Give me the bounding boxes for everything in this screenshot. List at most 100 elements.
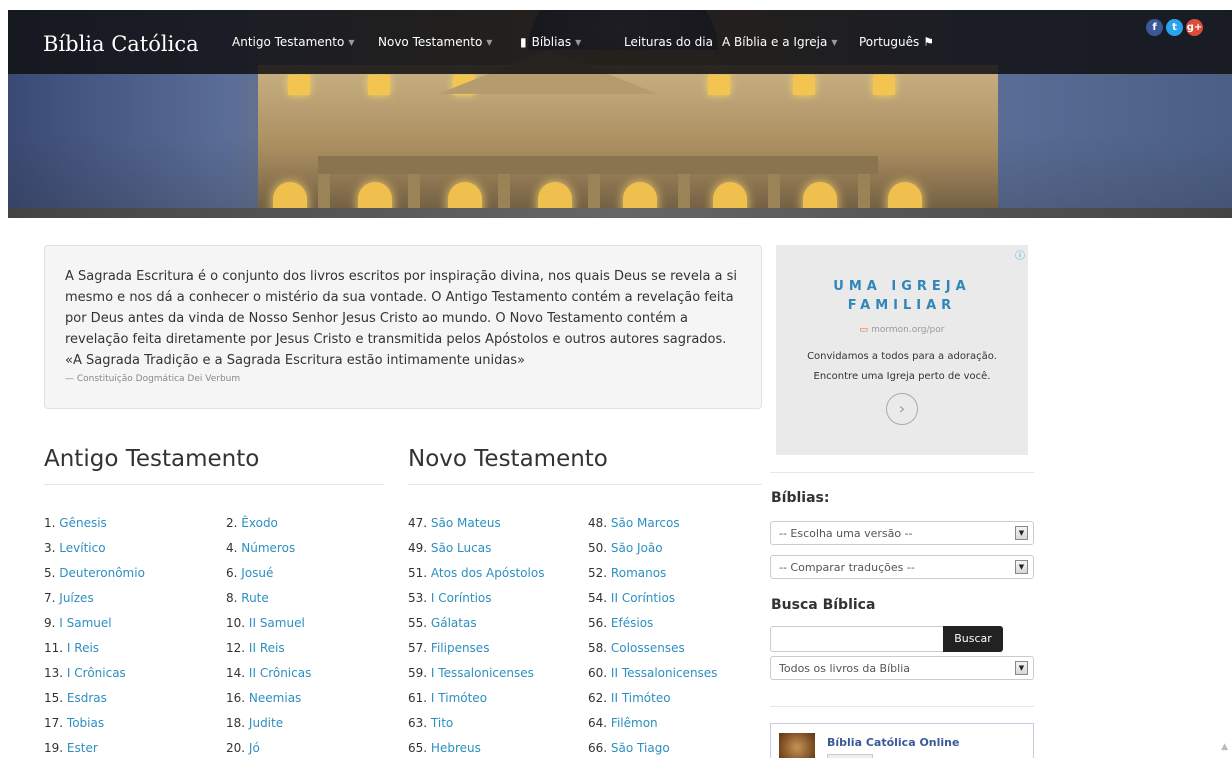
book-link[interactable]: Juízes (59, 591, 93, 605)
old-testament-heading: Antigo Testamento (44, 446, 260, 472)
book-number: 1. (44, 516, 56, 530)
book-link[interactable]: Esdras (67, 691, 107, 705)
intro-source: — Constituição Dogmática Dei Verbum (65, 374, 241, 384)
search-input[interactable] (770, 626, 944, 652)
divider (770, 706, 1034, 707)
dropdown-arrow-icon: ▼ (1015, 661, 1028, 675)
site-brand[interactable]: Bíblia Católica (43, 32, 199, 56)
like-button[interactable] (827, 754, 873, 758)
book-number: 9. (44, 616, 56, 630)
book-link[interactable]: Josué (241, 566, 273, 580)
book-item: 59. I Tessalonicenses (408, 666, 534, 680)
ad-banner[interactable]: ⓘ UMA IGREJA FAMILIAR ▭ mormon.org/por Co… (776, 245, 1028, 455)
book-link[interactable]: Tito (431, 716, 453, 730)
book-link[interactable]: I Tessalonicenses (431, 666, 534, 680)
compare-select[interactable]: -- Comparar traduções -- ▼ (770, 555, 1034, 579)
book-link[interactable]: II Crônicas (249, 666, 311, 680)
book-number: 51. (408, 566, 428, 580)
scope-select[interactable]: Todos os livros da Bíblia ▼ (770, 656, 1034, 680)
book-link[interactable]: São Marcos (611, 516, 680, 530)
book-link[interactable]: Neemias (249, 691, 301, 705)
nav-antigo-testamento[interactable]: Antigo Testamento ▼ (232, 35, 355, 49)
google-plus-icon[interactable]: g+ (1186, 19, 1203, 36)
book-item: 1. Gênesis (44, 516, 107, 530)
book-link[interactable]: Êxodo (241, 516, 278, 530)
book-link[interactable]: Filipenses (431, 641, 490, 655)
nav-biblia-e-igreja[interactable]: A Bíblia e a Igreja ▼ (722, 35, 837, 49)
twitter-icon[interactable]: t (1166, 19, 1183, 36)
book-link[interactable]: Atos dos Apóstolos (431, 566, 545, 580)
book-number: 65. (408, 741, 428, 755)
book-item: 3. Levítico (44, 541, 106, 555)
book-number: 64. (588, 716, 608, 730)
book-item: 2. Êxodo (226, 516, 278, 530)
book-number: 2. (226, 516, 238, 530)
dropdown-arrow-icon: ▼ (1015, 526, 1028, 540)
book-item: 57. Filipenses (408, 641, 489, 655)
book-link[interactable]: II Reis (249, 641, 285, 655)
book-link[interactable]: Judite (249, 716, 283, 730)
book-number: 48. (588, 516, 608, 530)
book-link[interactable]: I Crônicas (67, 666, 126, 680)
book-link[interactable]: II Tessalonicenses (611, 666, 718, 680)
book-number: 4. (226, 541, 238, 555)
book-link[interactable]: II Timóteo (611, 691, 671, 705)
book-number: 14. (226, 666, 246, 680)
nav-biblias[interactable]: ▮ Bíblias ▼ (520, 35, 581, 49)
nav-leituras-do-dia[interactable]: Leituras do dia (624, 35, 713, 49)
book-item: 12. II Reis (226, 641, 285, 655)
book-item: 63. Tito (408, 716, 453, 730)
version-select[interactable]: -- Escolha uma versão -- ▼ (770, 521, 1034, 545)
book-link[interactable]: Tobias (67, 716, 104, 730)
book-item: 7. Juízes (44, 591, 94, 605)
book-link[interactable]: Gênesis (59, 516, 107, 530)
book-link[interactable]: I Timóteo (431, 691, 487, 705)
intro-quote: A Sagrada Escritura é o conjunto dos liv… (44, 245, 762, 409)
nav-language[interactable]: Português ⚑ (859, 35, 934, 49)
book-link[interactable]: Efésios (611, 616, 653, 630)
book-link[interactable]: II Samuel (249, 616, 305, 630)
book-link[interactable]: Colossenses (611, 641, 685, 655)
book-number: 5. (44, 566, 56, 580)
search-label: Busca Bíblica (771, 597, 876, 613)
book-link[interactable]: Romanos (611, 566, 666, 580)
book-link[interactable]: Levítico (59, 541, 105, 555)
book-link[interactable]: São Lucas (431, 541, 491, 555)
book-item: 8. Rute (226, 591, 269, 605)
scroll-up-icon[interactable]: ▲ (1221, 742, 1228, 752)
book-link[interactable]: Hebreus (431, 741, 481, 755)
divider (408, 484, 762, 485)
caret-down-icon: ▼ (575, 38, 582, 47)
book-item: 20. Jó (226, 741, 260, 755)
book-link[interactable]: I Reis (67, 641, 99, 655)
book-link[interactable]: Ester (67, 741, 98, 755)
book-link[interactable]: Rute (241, 591, 269, 605)
book-item: 6. Josué (226, 566, 273, 580)
book-link[interactable]: Deuteronômio (59, 566, 145, 580)
book-link[interactable]: II Coríntios (611, 591, 675, 605)
book-link[interactable]: São Mateus (431, 516, 501, 530)
chevron-right-icon[interactable]: › (886, 393, 918, 425)
book-link[interactable]: Gálatas (431, 616, 477, 630)
book-link[interactable]: I Samuel (59, 616, 111, 630)
nav-novo-testamento[interactable]: Novo Testamento ▼ (378, 35, 492, 49)
chat-icon: ▭ (859, 325, 869, 335)
book-item: 16. Neemias (226, 691, 301, 705)
navbar: Bíblia Católica Antigo Testamento ▼ Novo … (8, 10, 1232, 74)
book-link[interactable]: Filêmon (611, 716, 658, 730)
book-link[interactable]: I Coríntios (431, 591, 492, 605)
info-icon[interactable]: ⓘ (1015, 247, 1025, 262)
book-link[interactable]: Jó (249, 741, 260, 755)
ad-url[interactable]: ▭ mormon.org/por (776, 325, 1028, 335)
book-link[interactable]: São Tiago (611, 741, 670, 755)
facebook-page-name[interactable]: Bíblia Católica Online (827, 736, 959, 749)
book-link[interactable]: São João (611, 541, 663, 555)
search-button[interactable]: Buscar (943, 626, 1003, 652)
book-link[interactable]: Números (241, 541, 295, 555)
book-item: 9. I Samuel (44, 616, 112, 630)
facebook-widget[interactable]: Bíblia Católica Online (770, 723, 1034, 758)
book-item: 48. São Marcos (588, 516, 680, 530)
facebook-icon[interactable]: f (1146, 19, 1163, 36)
book-number: 52. (588, 566, 608, 580)
book-item: 52. Romanos (588, 566, 666, 580)
